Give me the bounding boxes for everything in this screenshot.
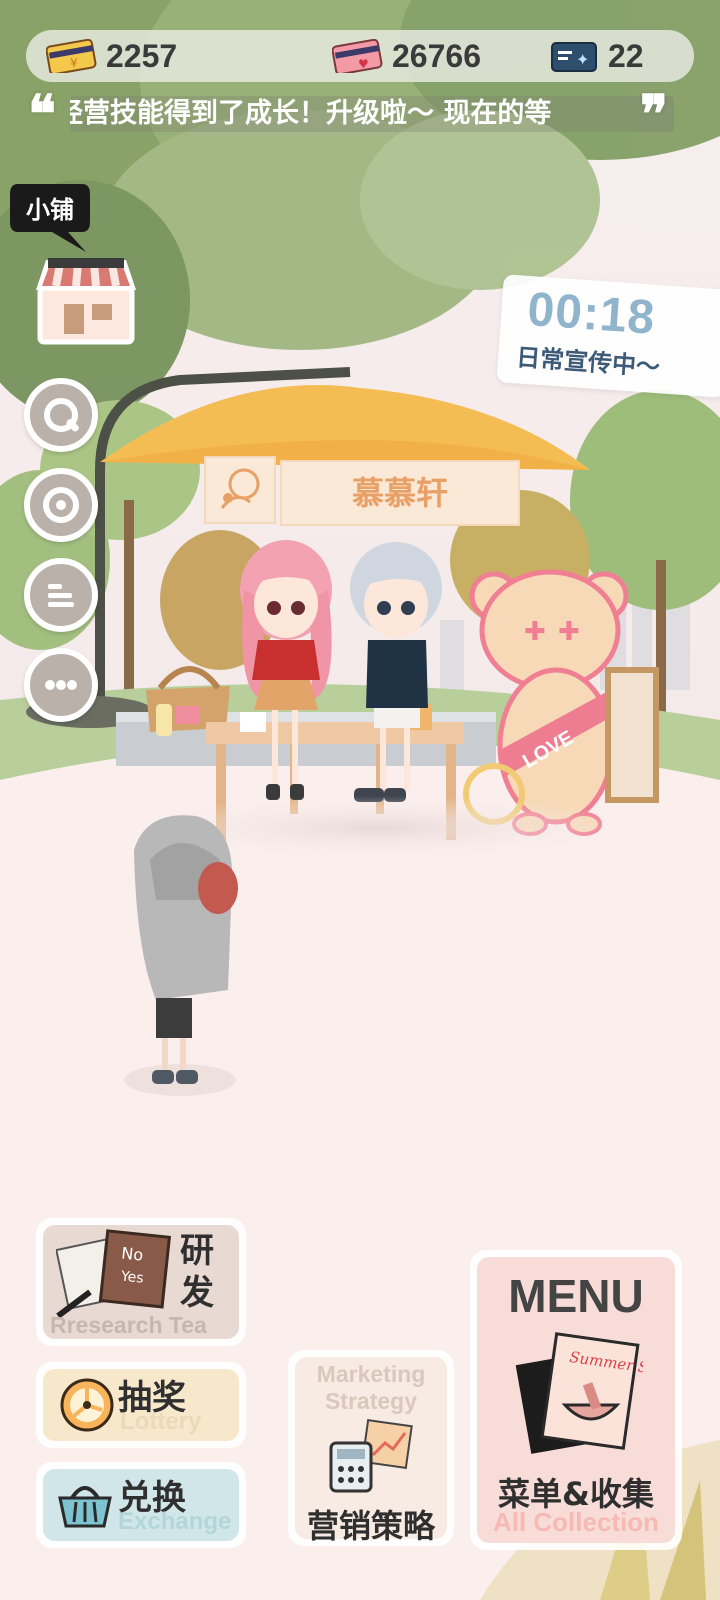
marketing-label: 营销策略 (306, 1507, 435, 1545)
marketing-strategy-button[interactable]: Marketing Strategy 营销策略 (288, 1350, 454, 1546)
love-card-currency[interactable]: ♥ 26766 (332, 30, 481, 82)
note-no-label: No (121, 1243, 145, 1264)
exchange-button[interactable]: 兑换 Exchange (36, 1462, 246, 1548)
stall-logo (204, 456, 276, 524)
exchange-sublabel: Exchange (118, 1508, 232, 1535)
timer-countdown: 00:18 (525, 282, 657, 345)
gold-card-currency[interactable]: ¥ 2257 (46, 30, 177, 82)
ticket-count: 22 (608, 37, 644, 74)
list-icon (48, 584, 74, 607)
more-button[interactable] (24, 648, 98, 722)
stall-name-banner: 慕慕轩 (280, 460, 520, 526)
menu-collection-button[interactable]: MENU Summer Sale 菜单&收集 All Collection (470, 1250, 682, 1550)
love-card-count: 26766 (392, 37, 481, 74)
research-notebook-icon: No Yes (56, 1229, 172, 1319)
marketing-sublabel: Marketing Strategy (316, 1361, 426, 1414)
calculator-chart-icon (329, 1419, 413, 1493)
shop-label-bubble: 小铺 (8, 182, 92, 252)
camera-button[interactable] (24, 468, 98, 542)
shopping-basket-icon (58, 1486, 112, 1528)
open-quote-icon: ❝ (28, 84, 56, 145)
ticket-icon: ✦ (551, 42, 597, 72)
gold-card-icon: ¥ (46, 39, 97, 73)
svg-text:¥: ¥ (70, 56, 78, 70)
tools-button[interactable] (24, 378, 98, 452)
shop-icon[interactable] (30, 250, 142, 346)
marquee-text: 经营技能得到了成长！升级啦～ 现在的等 (70, 96, 674, 132)
currency-bar: ¥ 2257 ♥ 26766 ✦ 22 (26, 30, 694, 82)
lottery-button[interactable]: 抽奖 Lottery (36, 1362, 246, 1448)
menu-book-icon: Summer Sale (515, 1332, 643, 1454)
menu-sublabel: All Collection (492, 1507, 660, 1537)
gold-card-count: 2257 (106, 37, 178, 74)
news-marquee: ❝ 经营技能得到了成长！升级啦～ 现在的等 ❞ (28, 84, 688, 145)
menu-title: MENU (508, 1270, 644, 1322)
camera-lens-icon (43, 487, 79, 523)
tea-girl-logo-icon (220, 468, 260, 509)
close-quote-icon: ❞ (640, 84, 668, 145)
research-sublabel: Rresearch Tea (50, 1312, 207, 1338)
promotion-timer[interactable]: 00:18 日常宣传中～ (496, 274, 720, 398)
svg-text:✚: ✚ (558, 617, 580, 647)
research-button[interactable]: No Yes 研发 Rresearch Tea (36, 1218, 246, 1346)
svg-text:✦: ✦ (576, 50, 589, 69)
wrench-icon (44, 398, 79, 432)
svg-text:✚: ✚ (524, 617, 546, 647)
svg-text:♥: ♥ (358, 57, 369, 71)
shop-label: 小铺 (26, 196, 74, 224)
more-icon (45, 680, 77, 690)
lottery-wheel-icon (60, 1378, 114, 1432)
note-yes-label: Yes (119, 1268, 144, 1286)
ticket-currency[interactable]: ✦ 22 (548, 30, 644, 82)
research-label: 研发 (180, 1231, 214, 1313)
love-card-icon: ♥ (332, 39, 383, 73)
lottery-sublabel: Lottery (120, 1408, 202, 1435)
list-button[interactable] (24, 558, 98, 632)
